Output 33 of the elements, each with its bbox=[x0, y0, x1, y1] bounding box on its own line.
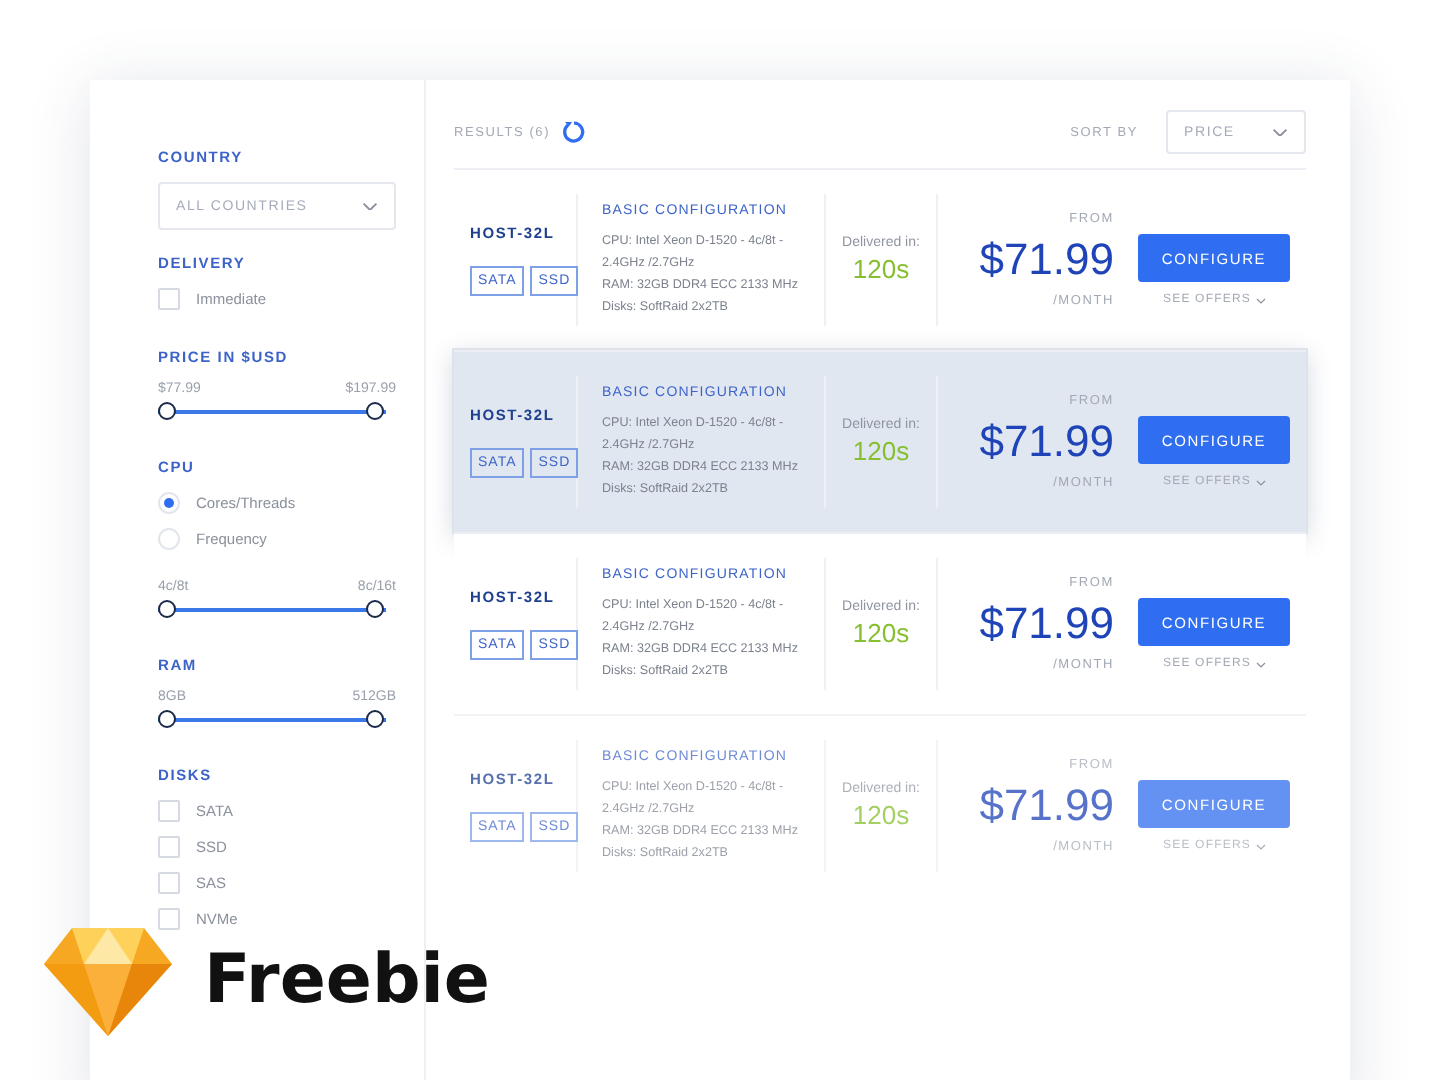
delivery-time: 120s bbox=[852, 436, 910, 466]
price: $71.99 bbox=[979, 598, 1114, 650]
slider-handle[interactable] bbox=[366, 710, 384, 728]
refresh-icon[interactable] bbox=[562, 120, 587, 144]
chevron-icon bbox=[1255, 297, 1265, 303]
checkbox[interactable] bbox=[158, 800, 180, 822]
chevron-icon bbox=[1272, 127, 1288, 137]
slider-handle[interactable] bbox=[158, 402, 176, 420]
slider-handle[interactable] bbox=[366, 600, 384, 618]
slider-handle[interactable] bbox=[366, 402, 384, 420]
radio-button[interactable] bbox=[158, 492, 180, 514]
range-slider[interactable] bbox=[158, 710, 386, 730]
chevron-icon bbox=[1255, 843, 1265, 849]
checkbox[interactable] bbox=[158, 836, 180, 858]
chevron-icon bbox=[362, 201, 378, 211]
delivery-time: 120s bbox=[852, 800, 910, 830]
checkbox[interactable] bbox=[158, 872, 180, 894]
range-slider[interactable] bbox=[158, 402, 386, 422]
checkbox[interactable] bbox=[158, 288, 180, 310]
price: $71.99 bbox=[979, 234, 1114, 286]
freebie-title: Freebie bbox=[204, 940, 490, 1020]
price: $71.99 bbox=[979, 416, 1114, 468]
radio-button[interactable] bbox=[158, 528, 180, 550]
delivery-time: 120s bbox=[852, 254, 910, 284]
checkbox[interactable] bbox=[158, 908, 180, 930]
slider-handle[interactable] bbox=[158, 710, 176, 728]
chevron-icon bbox=[1255, 479, 1265, 485]
chevron-icon bbox=[1255, 661, 1265, 667]
price: $71.99 bbox=[979, 780, 1114, 832]
slider-handle[interactable] bbox=[158, 600, 176, 618]
diamond-logo bbox=[44, 924, 172, 1036]
range-slider[interactable] bbox=[158, 600, 386, 620]
delivery-time: 120s bbox=[852, 618, 910, 648]
